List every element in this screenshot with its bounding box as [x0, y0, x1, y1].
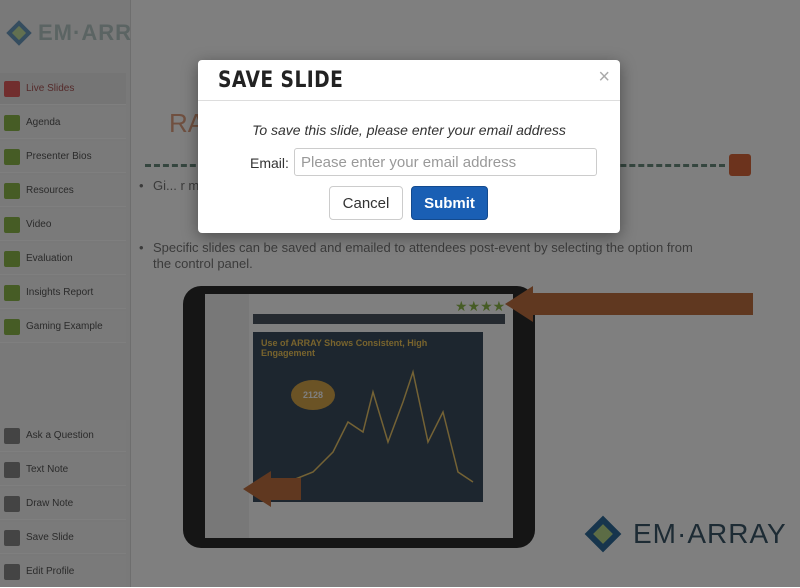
submit-button[interactable]: Submit	[411, 186, 488, 220]
save-slide-dialog: SAVE SLIDE × To save this slide, please …	[198, 60, 620, 233]
email-label: Email:	[250, 155, 289, 171]
email-field[interactable]	[294, 148, 597, 176]
dialog-title: SAVE SLIDE	[218, 68, 344, 93]
close-icon[interactable]: ×	[598, 66, 610, 89]
dialog-header: SAVE SLIDE ×	[198, 60, 620, 101]
app: EM·ARRAY Live Slides Agenda Presenter Bi…	[0, 0, 800, 588]
cancel-button[interactable]: Cancel	[329, 186, 403, 220]
dialog-message: To save this slide, please enter your em…	[252, 122, 566, 138]
